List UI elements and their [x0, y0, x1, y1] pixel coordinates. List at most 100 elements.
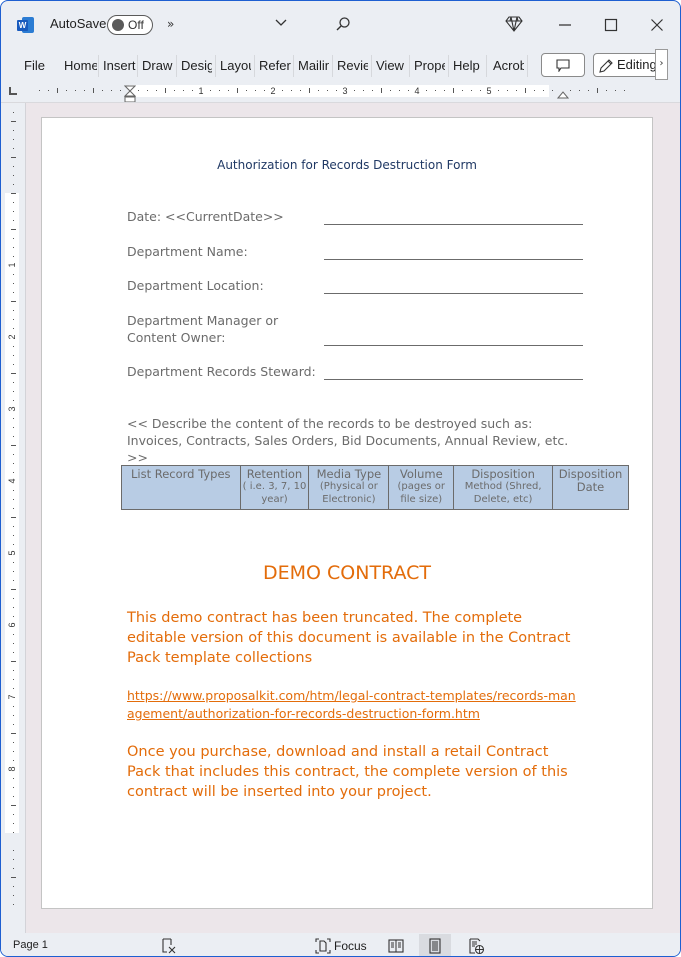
ruler-tick	[372, 90, 373, 91]
maximize-icon[interactable]	[599, 13, 623, 37]
ruler-tick	[13, 688, 14, 689]
close-icon[interactable]	[645, 13, 669, 37]
column-header-volume[interactable]: Volume (pages or file size)	[388, 465, 455, 510]
ruler-tick	[552, 90, 553, 91]
field-line-date[interactable]	[324, 224, 583, 225]
word-icon: W	[17, 17, 34, 33]
ruler-tick	[480, 90, 481, 91]
ruler-tick	[525, 88, 526, 93]
tab-separator	[448, 55, 449, 77]
page-number[interactable]: Page 1	[13, 939, 48, 951]
field-line-department-manager[interactable]	[324, 345, 583, 346]
ruler-tick	[13, 787, 14, 788]
tab-layout[interactable]: Layout	[220, 57, 251, 75]
ruler-tick	[84, 90, 85, 91]
customize-qat-chevron-icon[interactable]	[274, 15, 288, 29]
field-label-department-manager: Department Manager or Content Owner:	[127, 312, 278, 346]
ruler-tick	[13, 868, 14, 869]
tab-view[interactable]: View	[376, 57, 406, 75]
tab-insert[interactable]: Insert	[103, 57, 136, 75]
more-commands-icon[interactable]: »	[167, 17, 174, 31]
indent-marker[interactable]	[124, 85, 136, 103]
tab-help[interactable]: Help	[453, 57, 483, 75]
ruler-tick	[498, 90, 499, 91]
tab-home[interactable]: Home	[64, 57, 97, 75]
ruler-tick	[13, 706, 14, 707]
ruler-tick	[13, 652, 14, 653]
print-layout-button[interactable]	[419, 934, 451, 956]
document-page[interactable]: Authorization for Records Destruction Fo…	[41, 117, 653, 909]
column-header-media-type[interactable]: Media Type (Physical or Electronic)	[308, 465, 390, 510]
vertical-ruler[interactable]: 1 2 3 4 5 6 7 8	[5, 103, 19, 913]
tab-design[interactable]: Design	[181, 57, 212, 75]
ruler-tick	[13, 499, 14, 500]
demo-notice-paragraph: This demo contract has been truncated. T…	[127, 610, 571, 666]
ruler-number: 4	[7, 478, 17, 483]
ruler-tick	[13, 832, 14, 833]
autosave-toggle[interactable]: Off	[107, 15, 153, 35]
tab-references[interactable]: References	[259, 57, 291, 75]
autosave-label: AutoSave	[50, 16, 107, 31]
tab-separator	[527, 55, 528, 77]
tab-separator	[486, 55, 487, 77]
ruler-tick	[13, 760, 14, 761]
tab-draw[interactable]: Draw	[142, 57, 176, 75]
ruler-tick	[13, 418, 14, 419]
field-label-department-location: Department Location:	[127, 278, 264, 293]
ruler-tick	[138, 90, 139, 91]
minimize-icon[interactable]	[553, 13, 577, 37]
tab-mailings[interactable]: Mailings	[298, 57, 329, 75]
ruler-tick	[13, 139, 14, 140]
tab-review[interactable]: Review	[337, 57, 368, 75]
ruler-tick	[13, 778, 14, 779]
ruler-tick	[11, 733, 16, 734]
ruler-tick	[336, 90, 337, 91]
ruler-tick	[264, 90, 265, 91]
horizontal-ruler[interactable]: 1 2 3 4 5	[29, 84, 639, 98]
premium-diamond-icon[interactable]	[505, 16, 523, 32]
tab-selector-icon[interactable]	[9, 87, 17, 95]
ribbon-scroll-right-button[interactable]: ›	[655, 49, 668, 80]
tab-file[interactable]: File	[24, 57, 48, 75]
ruler-tick	[13, 247, 14, 248]
field-line-records-steward[interactable]	[324, 379, 583, 380]
editing-mode-button[interactable]: Editing	[593, 53, 663, 77]
product-link[interactable]: https://www.proposalkit.com/htm/legal-co…	[127, 687, 577, 723]
web-layout-icon[interactable]	[467, 937, 485, 955]
tab-properties[interactable]: Properties	[414, 57, 445, 75]
ruler-tick	[111, 90, 112, 91]
proofing-icon[interactable]	[161, 938, 177, 954]
tab-separator	[98, 55, 99, 77]
ruler-tick	[13, 346, 14, 347]
column-header-retention[interactable]: Retention ( i.e. 3, 7, 10 year)	[239, 465, 310, 510]
ruler-tick	[13, 427, 14, 428]
ruler-tick	[11, 193, 16, 194]
ruler-tick	[66, 90, 67, 91]
ruler-tick	[156, 90, 157, 91]
ruler-tick	[309, 88, 310, 93]
ruler-ticks: 1 2 3 4 5 6 7 8	[7, 112, 17, 905]
search-icon[interactable]	[335, 16, 351, 32]
right-indent-marker[interactable]	[557, 89, 569, 99]
field-line-department-name[interactable]	[324, 259, 583, 260]
field-line-department-location[interactable]	[324, 293, 583, 294]
describe-instructions: << Describe the content of the records t…	[127, 416, 569, 465]
ruler-number: 3	[7, 406, 17, 411]
ruler-tick	[13, 724, 14, 725]
read-mode-icon[interactable]	[387, 937, 405, 955]
column-header-disposition-date[interactable]: Disposition Date	[552, 465, 629, 510]
column-header-disposition-method[interactable]: Disposition Method (Shred, Delete, etc)	[453, 465, 554, 510]
ruler-tick	[13, 283, 14, 284]
ruler-tick	[13, 175, 14, 176]
ruler-tick	[282, 90, 283, 91]
focus-label: Focus	[334, 939, 367, 953]
tab-separator	[176, 55, 177, 77]
comments-button[interactable]	[541, 53, 585, 77]
column-header-record-types[interactable]: List Record Types	[121, 465, 241, 510]
ruler-tick	[13, 220, 14, 221]
ruler-tick	[435, 90, 436, 91]
tab-acrobat[interactable]: Acrobat	[493, 57, 524, 75]
ruler-tick	[183, 90, 184, 91]
ruler-tick	[13, 391, 14, 392]
ruler-tick	[75, 90, 76, 91]
